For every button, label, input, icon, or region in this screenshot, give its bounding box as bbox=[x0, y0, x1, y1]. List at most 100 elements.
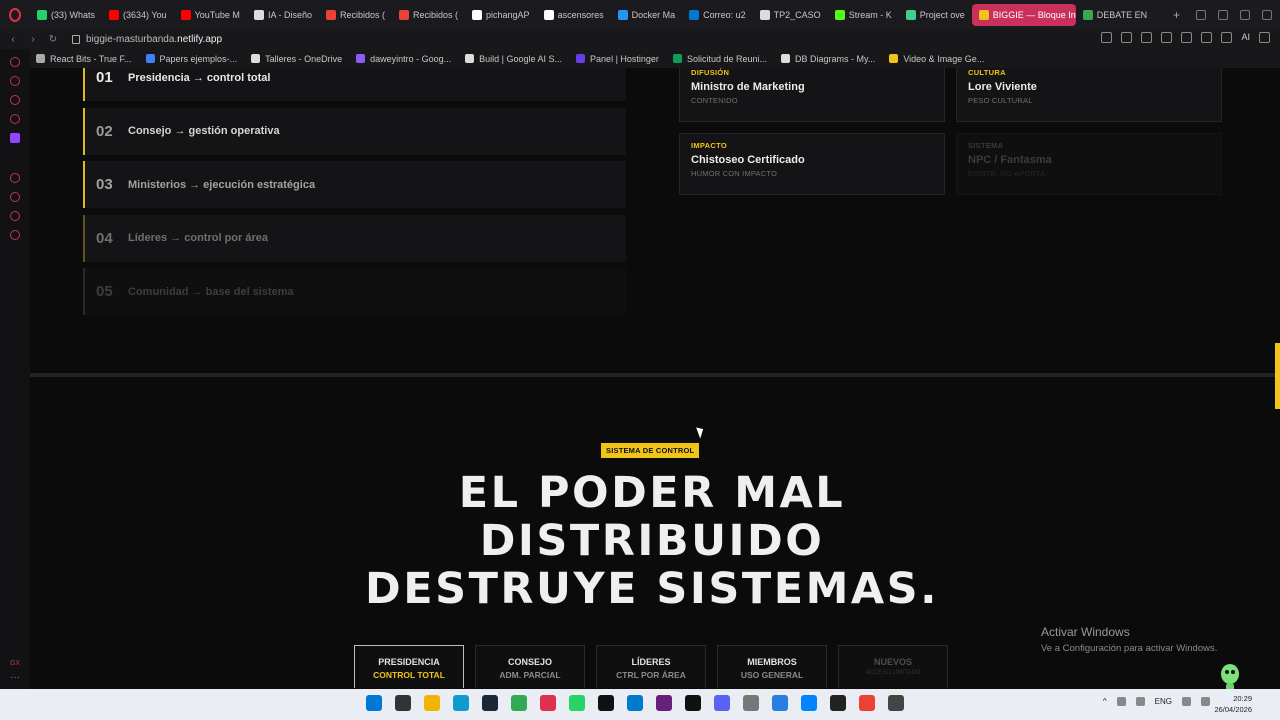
minimize-button[interactable] bbox=[1218, 9, 1228, 20]
control-tab[interactable]: CONSEJO ADM. PARCIAL bbox=[475, 645, 585, 688]
edge-icon[interactable] bbox=[453, 695, 469, 711]
control-tab[interactable]: MIEMBROS USO GENERAL bbox=[717, 645, 827, 688]
back-icon[interactable]: ‹ bbox=[6, 34, 20, 45]
role-card[interactable]: IMPACTO Chistoseo Certificado HUMOR CON IM… bbox=[679, 133, 945, 195]
role-card[interactable]: SISTEMA NPC / Fantasma EXISTE, NO APORTA bbox=[956, 133, 1222, 195]
browser-tab[interactable]: (33) Whats bbox=[30, 4, 102, 26]
hierarchy-item[interactable]: 01 Presidencia → control total bbox=[83, 68, 626, 101]
bookmark-label: React Bits - True F... bbox=[50, 53, 132, 64]
whatsapp-icon[interactable] bbox=[569, 695, 585, 711]
heart-icon[interactable] bbox=[1181, 32, 1193, 43]
browser-tab[interactable]: Docker Ma bbox=[611, 4, 683, 26]
tray-overflow-icon[interactable]: ^ bbox=[1103, 697, 1107, 706]
chrome-icon[interactable] bbox=[511, 695, 527, 711]
bookmark-item[interactable]: daweyintro - Goog... bbox=[356, 54, 451, 64]
new-tab-button[interactable]: + bbox=[1165, 8, 1188, 22]
forward-icon[interactable]: › bbox=[26, 34, 40, 45]
reload-icon[interactable]: ↻ bbox=[46, 34, 60, 45]
windows-start-icon[interactable] bbox=[366, 695, 382, 711]
browser-tab[interactable]: DEBATE EN bbox=[1076, 4, 1152, 26]
gx-icon[interactable]: GX bbox=[10, 660, 20, 667]
browser-tab[interactable]: Recibidos ( bbox=[319, 4, 392, 26]
bookmark-item[interactable]: Build | Google AI S... bbox=[465, 54, 562, 64]
download-icon[interactable] bbox=[1221, 32, 1233, 43]
profile-icon[interactable] bbox=[1201, 32, 1213, 43]
history-icon[interactable] bbox=[10, 192, 20, 202]
browser-tab[interactable]: Correo: u2 bbox=[682, 4, 753, 26]
tiktok-icon[interactable] bbox=[685, 695, 701, 711]
browser-tab[interactable]: (3634) You bbox=[102, 4, 174, 26]
address-bar[interactable]: biggie-masturbanda.netlify.app bbox=[72, 34, 222, 45]
browser-tab[interactable]: TP2_CASO bbox=[753, 4, 828, 26]
hierarchy-item[interactable]: 05 Comunidad → base del sistema bbox=[83, 268, 626, 315]
opera-icon[interactable] bbox=[540, 695, 556, 711]
bookmark-item[interactable]: Talleres - OneDrive bbox=[251, 54, 342, 64]
vpn-icon[interactable] bbox=[1141, 32, 1153, 43]
hierarchy-item[interactable]: 04 Líderes → control por área bbox=[83, 214, 626, 262]
messenger-icon[interactable] bbox=[801, 695, 817, 711]
snapshot-icon[interactable] bbox=[1121, 32, 1133, 43]
messenger-icon[interactable] bbox=[10, 76, 20, 86]
visual-studio-icon[interactable] bbox=[656, 695, 672, 711]
hierarchy-item[interactable]: 03 Ministerios → ejecución estratégica bbox=[83, 161, 626, 208]
control-tab[interactable]: NUEVOS ACCESO LIMITADO bbox=[838, 645, 948, 688]
jetbrains-icon[interactable] bbox=[598, 695, 614, 711]
pin-icon[interactable] bbox=[1101, 32, 1113, 43]
pinboard-icon[interactable] bbox=[10, 211, 20, 221]
browser-tab[interactable]: IA - Diseño bbox=[247, 4, 319, 26]
settings-icon[interactable] bbox=[743, 695, 759, 711]
bookmark-item[interactable]: Video & Image Ge... bbox=[889, 54, 984, 64]
volume-icon[interactable] bbox=[1201, 697, 1210, 706]
gmail-sidebar-icon[interactable] bbox=[10, 114, 20, 124]
vscode-icon[interactable] bbox=[627, 695, 643, 711]
aria-icon[interactable] bbox=[10, 57, 20, 67]
twitch-icon[interactable] bbox=[10, 133, 20, 143]
browser-tab[interactable]: YouTube M bbox=[174, 4, 247, 26]
sidebar-more-icon[interactable]: ··· bbox=[10, 672, 20, 683]
maximize-button[interactable] bbox=[1240, 9, 1250, 20]
bookmark-item[interactable]: Papers ejemplos-... bbox=[145, 54, 237, 64]
file-explorer-icon[interactable] bbox=[424, 695, 440, 711]
chrome-alt-icon[interactable] bbox=[859, 695, 875, 711]
windows-taskbar: ^ ENG 20:29 26/04/2026 bbox=[0, 689, 1280, 720]
steam-icon[interactable] bbox=[482, 695, 498, 711]
aria-ai-icon[interactable]: AI bbox=[1241, 32, 1250, 43]
browser-tab[interactable]: Project ove bbox=[899, 4, 972, 26]
microphone-icon[interactable] bbox=[1135, 697, 1145, 706]
close-window-button[interactable] bbox=[1262, 9, 1272, 20]
terminal-icon[interactable] bbox=[830, 695, 846, 711]
opera-logo-icon[interactable] bbox=[0, 0, 30, 29]
role-card[interactable]: CULTURA Lore Viviente PESO CULTURAL bbox=[956, 68, 1222, 122]
role-title: NPC / Fantasma bbox=[968, 154, 1052, 166]
discord-icon[interactable] bbox=[714, 695, 730, 711]
role-card[interactable]: DIFUSIÓN Ministro de Marketing CONTENIDO bbox=[679, 68, 945, 122]
settings-icon[interactable] bbox=[10, 230, 20, 240]
browser-tab[interactable]: pichangAP bbox=[465, 4, 537, 26]
control-tab[interactable]: PRESIDENCIA CONTROL TOTAL bbox=[354, 645, 464, 688]
hierarchy-item[interactable]: 02 Consejo → gestión operativa bbox=[83, 107, 626, 155]
section-headline: EL PODER MAL DISTRIBUIDO DESTRUYE SISTEM… bbox=[30, 469, 1274, 613]
browser-tab[interactable]: ascensores bbox=[537, 4, 611, 26]
browser-tab[interactable]: Stream - K bbox=[828, 4, 899, 26]
menu-icon[interactable] bbox=[1259, 32, 1270, 43]
scrollbar-thumb[interactable] bbox=[1275, 343, 1280, 409]
browser-tab[interactable]: Recibidos ( bbox=[392, 4, 465, 26]
headline-line-1: EL PODER MAL bbox=[458, 468, 846, 518]
bookmark-item[interactable]: React Bits - True F... bbox=[36, 54, 132, 64]
player-sidebar-icon[interactable] bbox=[10, 173, 20, 183]
chat-icon[interactable] bbox=[10, 95, 20, 105]
search-icon[interactable] bbox=[395, 695, 411, 711]
github-desktop-icon[interactable] bbox=[888, 695, 904, 711]
browser-tab[interactable]: BIGGIE — Bloque Int bbox=[971, 3, 1076, 26]
network-icon[interactable] bbox=[1182, 697, 1191, 706]
clock[interactable]: 20:29 26/04/2026 bbox=[1214, 693, 1252, 715]
notepad-icon[interactable] bbox=[772, 695, 788, 711]
language-indicator[interactable]: ENG bbox=[1155, 697, 1172, 706]
bookmark-item[interactable]: DB Diagrams - My... bbox=[780, 54, 875, 64]
player-icon[interactable] bbox=[1161, 32, 1173, 43]
control-tab[interactable]: LÍDERES CTRL POR ÁREA bbox=[596, 645, 706, 688]
search-tabs-icon[interactable] bbox=[1196, 9, 1206, 20]
tray-app-icon[interactable] bbox=[1116, 697, 1126, 706]
bookmark-item[interactable]: Solicitud de Reuni... bbox=[672, 54, 767, 64]
bookmark-item[interactable]: Panel | Hostinger bbox=[576, 54, 659, 64]
